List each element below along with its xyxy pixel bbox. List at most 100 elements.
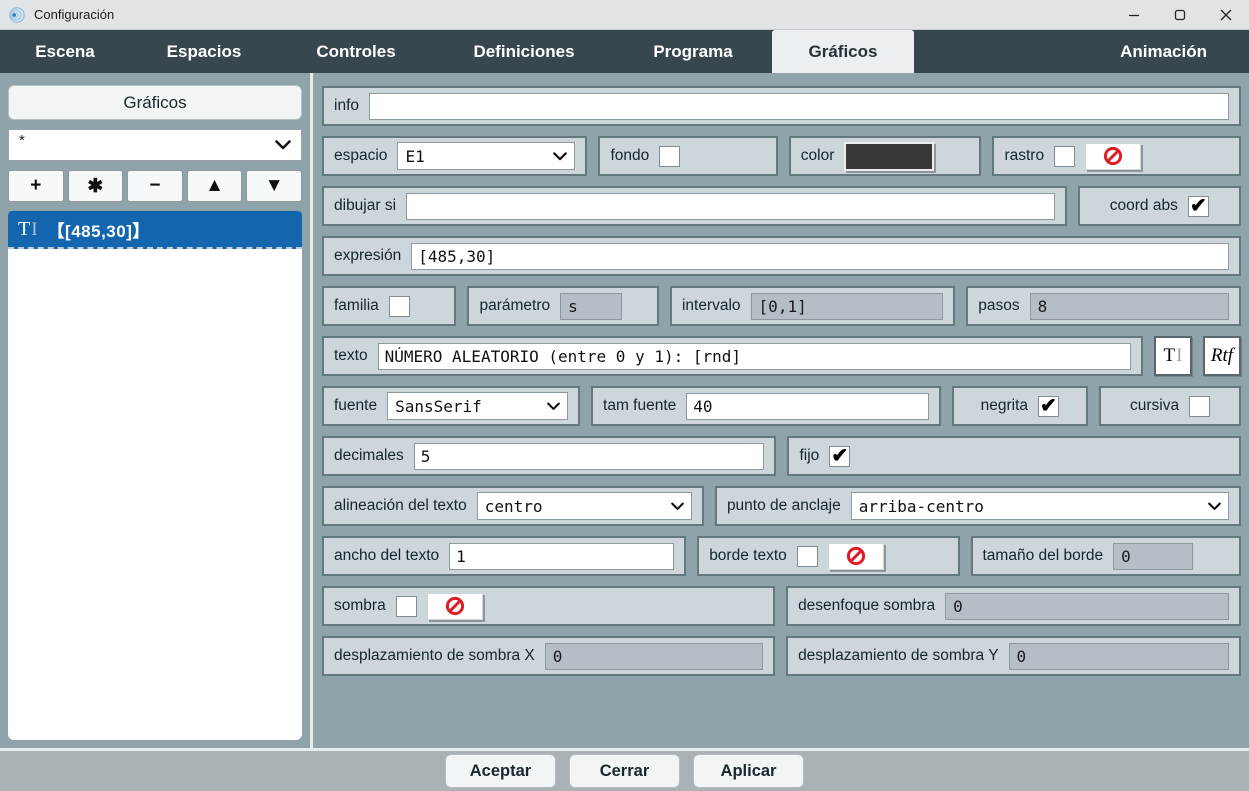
graphics-list-panel: Gráficos * + ✱ − ▲ ▼ TI 【[485,30]】 [0, 73, 313, 748]
despl-y-input: 0 [1009, 643, 1229, 670]
fuente-cell: fuente SansSerif [322, 386, 580, 426]
plain-text-editor-button[interactable]: TI [1154, 336, 1192, 376]
fijo-checkbox[interactable]: ✔ [829, 446, 850, 467]
tab-escena[interactable]: Escena [0, 30, 130, 73]
rastro-no-color-button[interactable] [1085, 143, 1141, 170]
desenfoque-label: desenfoque sombra [798, 597, 935, 615]
fondo-label: fondo [610, 147, 649, 165]
graphics-filter-select[interactable]: * [8, 129, 302, 161]
sombra-checkbox[interactable] [396, 596, 417, 617]
rastro-checkbox[interactable] [1054, 146, 1075, 167]
texto-input[interactable] [378, 343, 1131, 370]
tam-fuente-input[interactable] [686, 393, 928, 420]
familia-label: familia [334, 297, 379, 315]
no-symbol-icon [846, 546, 866, 566]
color-swatch[interactable] [844, 142, 934, 171]
fuente-select[interactable]: SansSerif [387, 392, 568, 420]
negrita-checkbox[interactable]: ✔ [1038, 396, 1059, 417]
no-symbol-icon [1103, 146, 1123, 166]
texto-cell: texto [322, 336, 1143, 376]
tab-bar: Escena Espacios Controles Definiciones P… [0, 30, 1249, 73]
chevron-down-icon [671, 502, 684, 511]
parametro-input: s [560, 293, 622, 320]
tab-definiciones[interactable]: Definiciones [434, 30, 614, 73]
fijo-cell: fijo ✔ [787, 436, 1241, 476]
no-symbol-icon [445, 596, 465, 616]
list-item[interactable]: TI 【[485,30]】 [8, 211, 302, 249]
despl-x-cell: desplazamiento de sombra X 0 [322, 636, 775, 676]
anclaje-select[interactable]: arriba-centro [851, 492, 1229, 520]
graphic-properties-form: info espacio E1 fondo col [313, 73, 1249, 748]
decimales-label: decimales [334, 447, 404, 465]
chevron-down-icon [553, 152, 567, 161]
pasos-cell: pasos 8 [966, 286, 1241, 326]
ancho-texto-label: ancho del texto [334, 547, 439, 565]
tamano-borde-cell: tamaño del borde 0 [971, 536, 1242, 576]
window-title: Configuración [34, 7, 1111, 22]
fondo-checkbox[interactable] [659, 146, 680, 167]
color-cell: color [789, 136, 982, 176]
espacio-select[interactable]: E1 [397, 142, 575, 170]
coord-abs-checkbox[interactable]: ✔ [1188, 196, 1209, 217]
borde-texto-no-color-button[interactable] [828, 543, 884, 570]
despl-x-label: desplazamiento de sombra X [334, 647, 535, 665]
tamano-borde-input: 0 [1113, 543, 1193, 570]
minimize-button[interactable] [1111, 0, 1157, 30]
fondo-cell: fondo [598, 136, 777, 176]
parametro-cell: parámetro s [467, 286, 658, 326]
remove-graphic-button[interactable]: − [127, 170, 183, 202]
color-label: color [801, 147, 835, 165]
borde-texto-cell: borde texto [697, 536, 959, 576]
pasos-label: pasos [978, 297, 1019, 315]
tab-graficos[interactable]: Gráficos [772, 30, 914, 73]
close-dialog-button[interactable]: Cerrar [569, 754, 680, 788]
info-input[interactable] [369, 93, 1229, 120]
move-down-button[interactable]: ▼ [246, 170, 302, 202]
chevron-down-icon [1208, 502, 1221, 511]
despl-x-input: 0 [545, 643, 763, 670]
panel-title-button[interactable]: Gráficos [8, 85, 302, 120]
ancho-texto-input[interactable] [449, 543, 674, 570]
dibujar-si-cell: dibujar si [322, 186, 1067, 226]
duplicate-graphic-button[interactable]: ✱ [68, 170, 124, 202]
desenfoque-cell: desenfoque sombra 0 [786, 586, 1241, 626]
negrita-cell: negrita ✔ [952, 386, 1089, 426]
info-cell: info [322, 86, 1241, 126]
add-graphic-button[interactable]: + [8, 170, 64, 202]
chevron-down-icon [547, 402, 560, 411]
decimales-input[interactable] [414, 443, 765, 470]
graphics-list: TI 【[485,30]】 [8, 211, 302, 740]
sombra-no-color-button[interactable] [427, 593, 483, 620]
rtf-editor-button[interactable]: Rtf [1203, 336, 1241, 376]
tab-controles[interactable]: Controles [278, 30, 434, 73]
rastro-cell: rastro [992, 136, 1241, 176]
alineacion-select[interactable]: centro [477, 492, 692, 520]
familia-checkbox[interactable] [389, 296, 410, 317]
apply-button[interactable]: Aplicar [693, 754, 804, 788]
desenfoque-input: 0 [945, 593, 1229, 620]
intervalo-label: intervalo [682, 297, 741, 315]
accept-button[interactable]: Aceptar [445, 754, 556, 788]
dibujar-si-label: dibujar si [334, 197, 396, 215]
ancho-texto-cell: ancho del texto [322, 536, 686, 576]
dibujar-si-input[interactable] [406, 193, 1055, 220]
borde-texto-label: borde texto [709, 547, 787, 565]
expresion-cell: expresión [322, 236, 1241, 276]
intervalo-cell: intervalo [0,1] [670, 286, 955, 326]
sombra-label: sombra [334, 597, 386, 615]
tab-espacios[interactable]: Espacios [130, 30, 278, 73]
close-button[interactable] [1203, 0, 1249, 30]
move-up-button[interactable]: ▲ [187, 170, 243, 202]
parametro-label: parámetro [479, 297, 550, 315]
tab-programa[interactable]: Programa [614, 30, 772, 73]
anclaje-cell: punto de anclaje arriba-centro [715, 486, 1241, 526]
chevron-down-icon [275, 140, 291, 150]
borde-texto-checkbox[interactable] [797, 546, 818, 567]
expresion-input[interactable] [411, 243, 1229, 270]
tab-animacion[interactable]: Animación [1110, 30, 1249, 73]
alineacion-cell: alineación del texto centro [322, 486, 704, 526]
cursiva-checkbox[interactable] [1189, 396, 1210, 417]
fijo-label: fijo [799, 447, 819, 465]
list-item-label: 【[485,30]】 [48, 217, 150, 242]
maximize-button[interactable] [1157, 0, 1203, 30]
